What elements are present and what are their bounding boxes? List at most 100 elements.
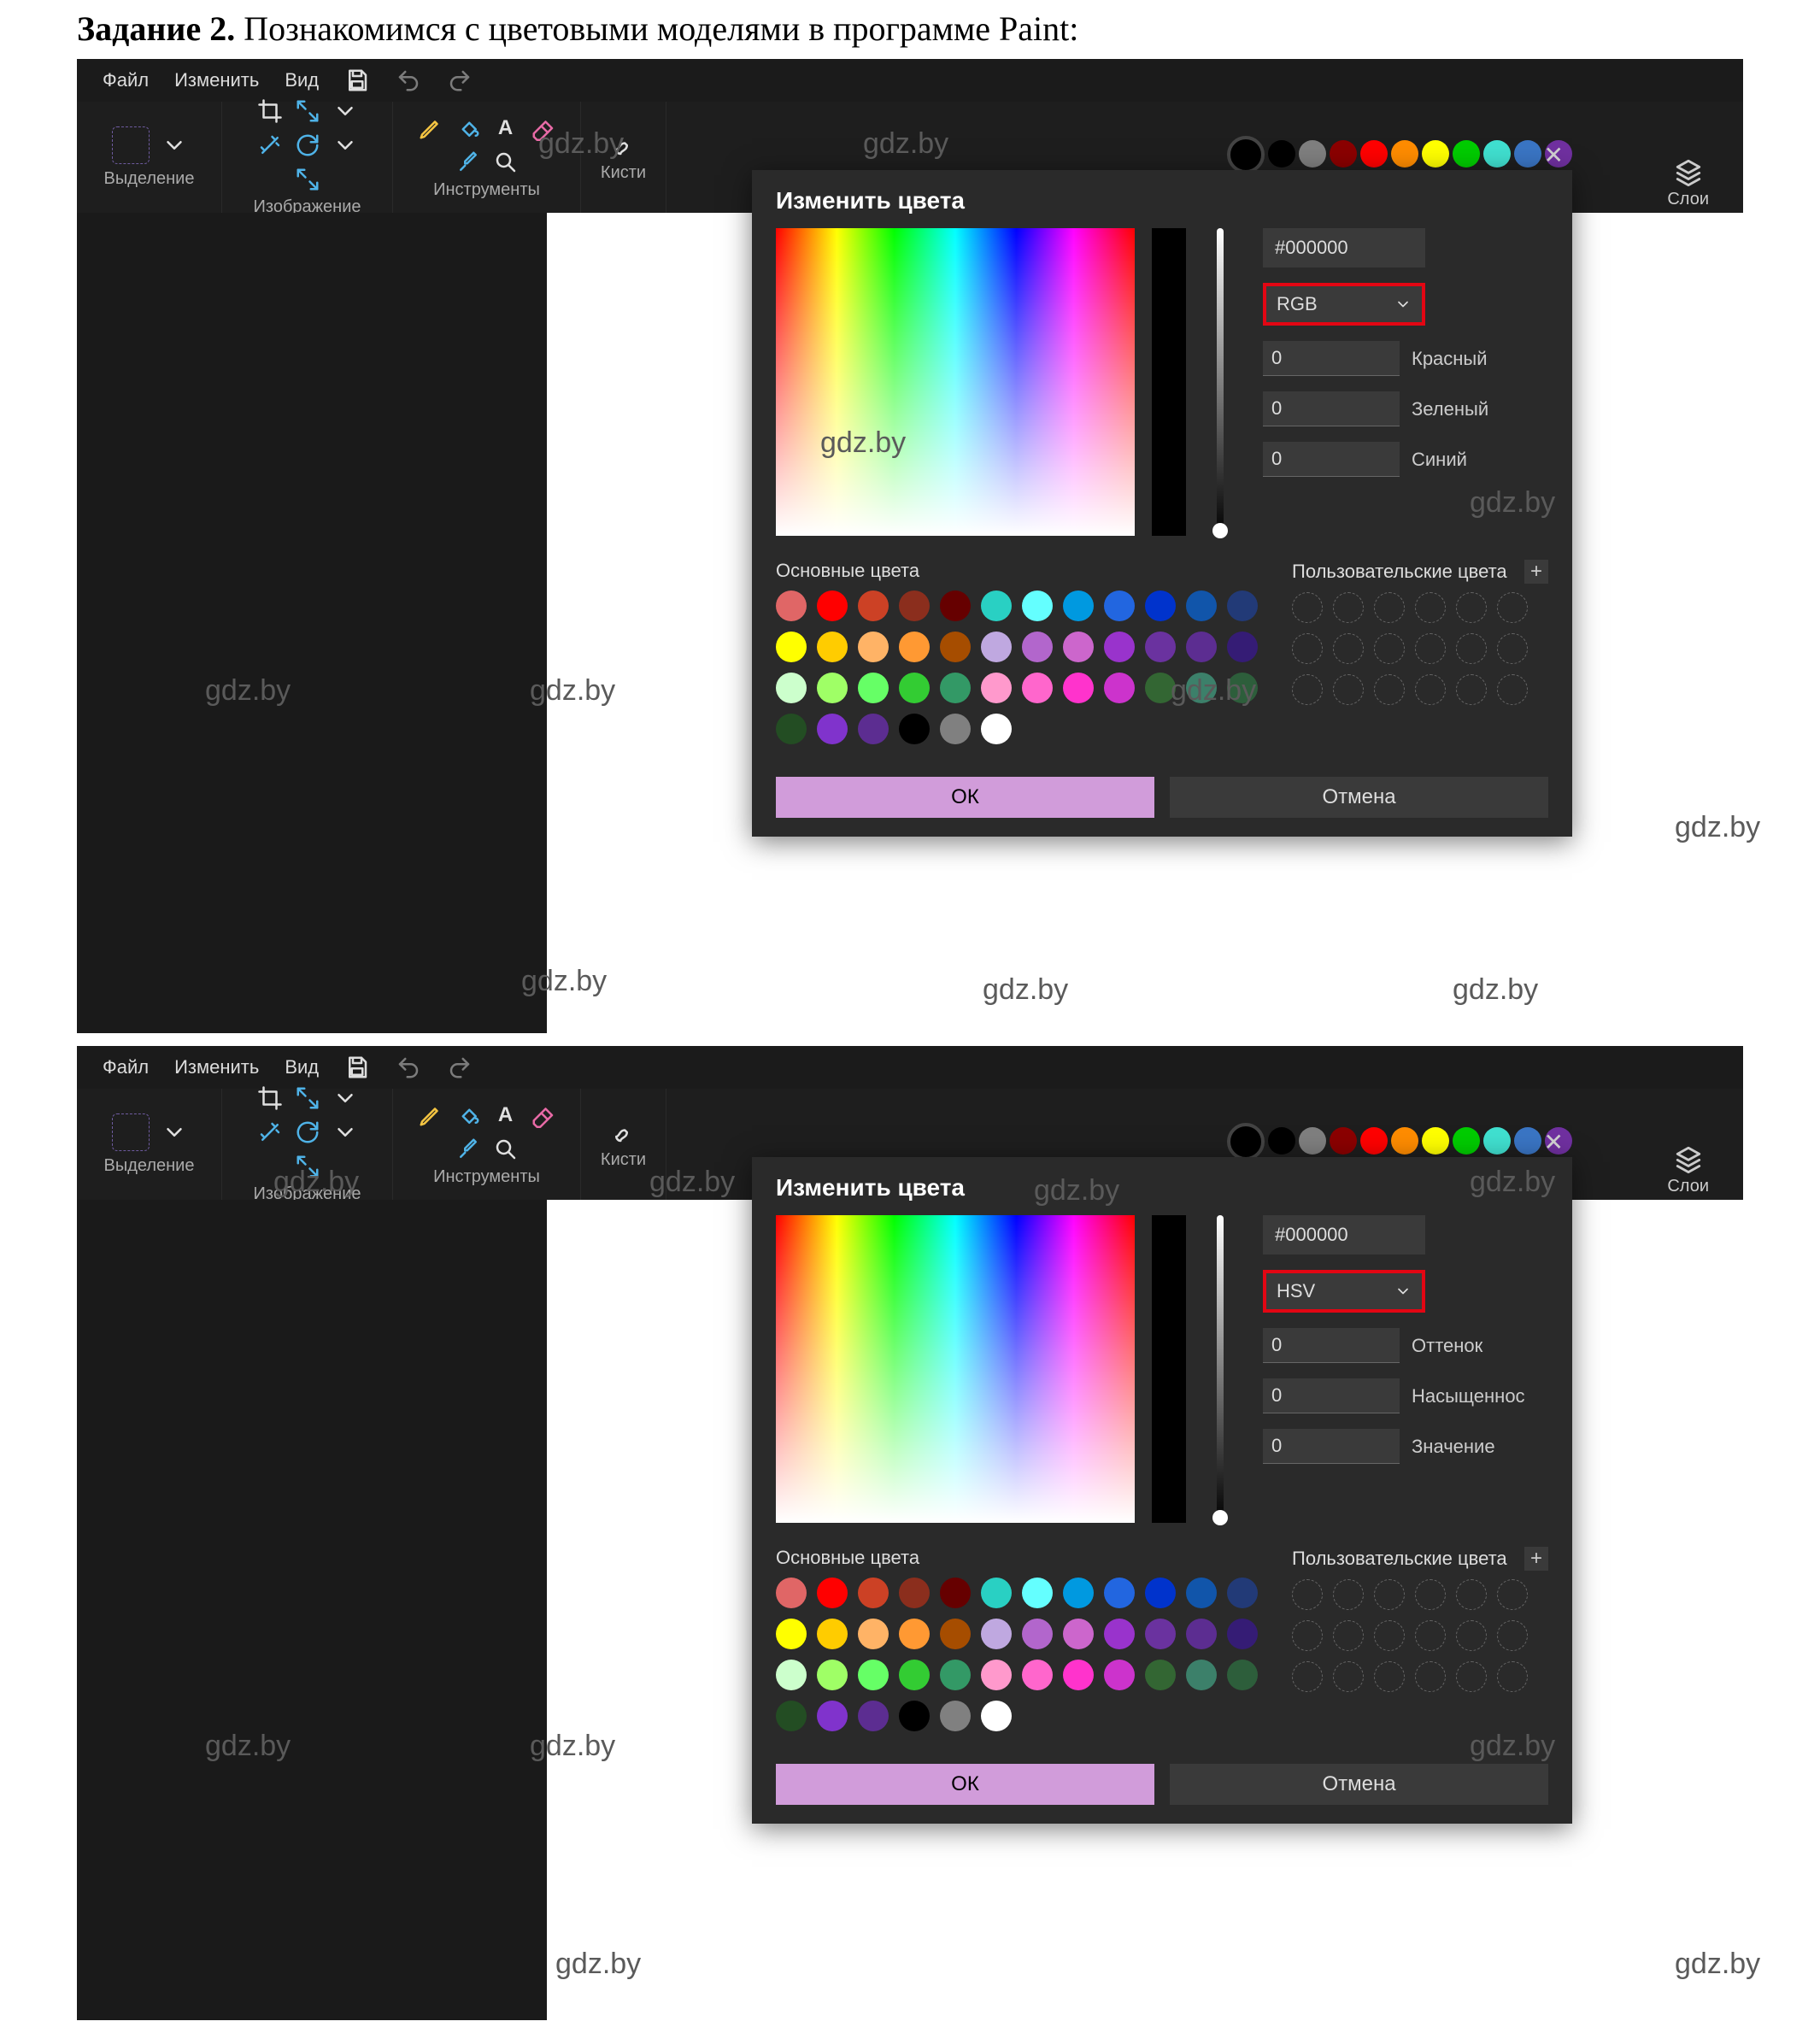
palette-swatch[interactable] [1268,1127,1295,1155]
palette-color[interactable] [1063,1660,1094,1690]
rotate-icon[interactable] [295,1119,320,1145]
palette-swatch[interactable] [1514,1127,1541,1155]
palette-swatch[interactable] [1483,1127,1511,1155]
channel-input-2[interactable] [1263,1429,1400,1464]
current-color-icon[interactable] [1227,136,1265,173]
user-color-slot[interactable] [1374,1620,1405,1651]
palette-color[interactable] [899,714,930,744]
user-color-slot[interactable] [1374,633,1405,664]
palette-color[interactable] [1022,591,1053,621]
palette-color[interactable] [817,673,848,703]
rotate-icon[interactable] [295,132,320,158]
user-color-slot[interactable] [1456,592,1487,623]
palette-color[interactable] [899,673,930,703]
palette-color[interactable] [858,632,889,662]
crop-icon[interactable] [257,1085,283,1111]
palette-color[interactable] [1227,632,1258,662]
palette-color[interactable] [817,1701,848,1731]
menu-view[interactable]: Вид [285,1056,319,1078]
pencil-icon[interactable] [418,1102,443,1128]
palette-color[interactable] [899,1619,930,1649]
user-color-slot[interactable] [1292,633,1323,664]
eyedropper-icon[interactable] [455,150,481,175]
palette-color[interactable] [981,1578,1012,1608]
palette-color[interactable] [817,714,848,744]
palette-color[interactable] [981,632,1012,662]
palette-color[interactable] [1022,1660,1053,1690]
palette-color[interactable] [776,714,807,744]
selection-tool-icon[interactable] [112,1113,150,1151]
palette-color[interactable] [776,1701,807,1731]
palette-color[interactable] [940,1701,971,1731]
palette-color[interactable] [776,1578,807,1608]
palette-color[interactable] [1145,632,1176,662]
palette-color[interactable] [1186,1660,1217,1690]
palette-color[interactable] [940,1578,971,1608]
user-color-slot[interactable] [1497,674,1528,705]
user-color-slot[interactable] [1456,1620,1487,1651]
user-color-slot[interactable] [1333,633,1364,664]
add-user-color-button[interactable]: + [1524,560,1548,584]
palette-swatch[interactable] [1299,140,1326,167]
user-color-slot[interactable] [1292,592,1323,623]
save-icon[interactable] [344,1055,370,1080]
palette-color[interactable] [1186,673,1217,703]
palette-color[interactable] [1227,673,1258,703]
palette-color[interactable] [940,673,971,703]
user-color-slot[interactable] [1497,1661,1528,1692]
color-model-select[interactable]: HSV [1263,1270,1425,1313]
resize-icon[interactable] [295,1085,320,1111]
palette-color[interactable] [1063,1578,1094,1608]
brush-icon[interactable] [611,132,637,158]
palette-color[interactable] [899,1701,930,1731]
user-color-slot[interactable] [1456,1579,1487,1610]
redo-icon[interactable] [447,1055,473,1080]
wand-icon[interactable] [257,132,283,158]
user-color-slot[interactable] [1415,1620,1446,1651]
chevron-down-icon[interactable] [161,1119,187,1145]
palette-swatch[interactable] [1330,1127,1357,1155]
menu-file[interactable]: Файл [103,69,149,91]
cancel-button[interactable]: Отмена [1170,1764,1548,1805]
chevron-down-icon[interactable] [161,132,187,158]
palette-color[interactable] [1104,591,1135,621]
color-gradient[interactable] [776,1215,1135,1523]
save-icon[interactable] [344,68,370,93]
user-color-slot[interactable] [1497,633,1528,664]
palette-color[interactable] [940,591,971,621]
user-color-slot[interactable] [1374,1661,1405,1692]
channel-input-2[interactable] [1263,442,1400,477]
palette-color[interactable] [858,1701,889,1731]
ok-button[interactable]: ОК [776,777,1154,818]
user-color-slot[interactable] [1333,1579,1364,1610]
redo-icon[interactable] [447,68,473,93]
eyedropper-icon[interactable] [455,1137,481,1162]
pencil-icon[interactable] [418,115,443,141]
palette-color[interactable] [1145,1578,1176,1608]
palette-color[interactable] [940,632,971,662]
color-model-select[interactable]: RGB [1263,283,1425,326]
chevron-down-icon[interactable] [332,132,358,158]
palette-color[interactable] [1186,1619,1217,1649]
user-color-slot[interactable] [1456,1661,1487,1692]
palette-color[interactable] [858,714,889,744]
palette-swatch[interactable] [1360,140,1388,167]
palette-swatch[interactable] [1514,140,1541,167]
layers-button[interactable]: Слои [1667,1144,1709,1196]
palette-swatch[interactable] [1299,1127,1326,1155]
palette-color[interactable] [981,1660,1012,1690]
palette-color[interactable] [858,591,889,621]
palette-color[interactable] [1145,1660,1176,1690]
palette-color[interactable] [940,1660,971,1690]
palette-color[interactable] [1022,673,1053,703]
palette-color[interactable] [1104,632,1135,662]
palette-color[interactable] [899,1660,930,1690]
user-color-slot[interactable] [1497,1620,1528,1651]
user-color-slot[interactable] [1292,1661,1323,1692]
palette-color[interactable] [1145,591,1176,621]
palette-color[interactable] [1104,1578,1135,1608]
palette-swatch[interactable] [1483,140,1511,167]
user-color-slot[interactable] [1333,1620,1364,1651]
palette-color[interactable] [1022,632,1053,662]
palette-color[interactable] [1227,1660,1258,1690]
